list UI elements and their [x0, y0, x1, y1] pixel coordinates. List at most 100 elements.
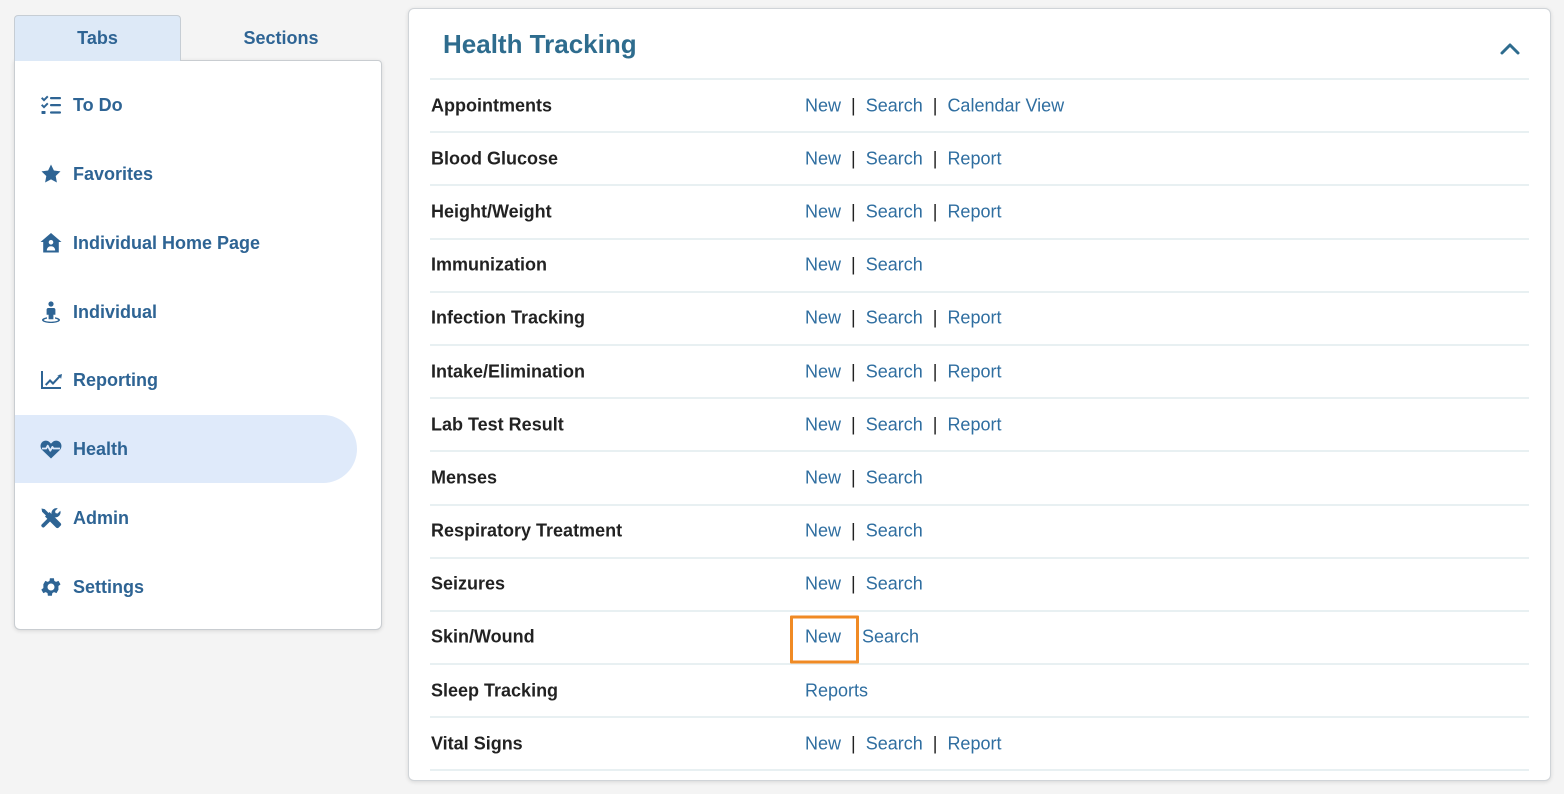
row-label: Height/Weight	[431, 201, 552, 222]
search-link[interactable]: Search	[866, 201, 923, 222]
new-link[interactable]: New	[805, 574, 841, 595]
chevron-up-icon	[1500, 43, 1520, 55]
table-row: Infection Tracking New | Search | Report	[430, 293, 1529, 346]
table-row: Lab Test Result New | Search | Report	[430, 399, 1529, 453]
new-link[interactable]: New	[805, 521, 841, 542]
search-link[interactable]: Search	[866, 467, 923, 488]
calendar-view-link[interactable]: Calendar View	[947, 95, 1064, 116]
row-label: Vital Signs	[431, 733, 523, 754]
table-row: Menses New | Search	[430, 452, 1529, 506]
row-label: Sleep Tracking	[431, 680, 559, 701]
link-separator: |	[932, 148, 938, 169]
new-link[interactable]: New	[805, 95, 841, 116]
health-tracking-list: Appointments New | Search | Calendar View Bloo…	[430, 78, 1529, 772]
row-links: New | Search | Calendar View	[805, 95, 1064, 116]
gear-icon	[39, 575, 63, 599]
table-row: Seizures New | Search	[430, 559, 1529, 612]
nav-item-individual[interactable]: Individual	[15, 278, 357, 346]
nav-item-favorites[interactable]: Favorites	[15, 140, 357, 208]
link-separator: |	[851, 95, 856, 116]
report-link[interactable]: Report	[947, 148, 1001, 169]
link-separator: |	[932, 733, 938, 754]
tab-tabs[interactable]: Tabs	[14, 15, 181, 61]
link-separator: |	[932, 414, 938, 435]
link-separator: |	[851, 361, 856, 382]
row-links: New | Search	[805, 467, 923, 488]
row-links: New | Search | Report	[805, 148, 1001, 169]
table-row: Height/Weight New | Search | Report	[430, 186, 1529, 240]
report-link[interactable]: Report	[947, 361, 1001, 382]
link-separator: |	[851, 201, 856, 222]
new-link[interactable]: New	[789, 615, 860, 664]
row-links: New | Search	[805, 521, 923, 542]
search-link[interactable]: Search	[866, 521, 923, 542]
search-link[interactable]: Search	[866, 148, 923, 169]
star-icon	[39, 162, 63, 186]
nav-item-label: Admin	[73, 507, 129, 528]
row-links: New | Search | Report	[805, 201, 1001, 222]
link-separator: |	[851, 148, 856, 169]
new-link[interactable]: New	[805, 361, 841, 382]
report-link[interactable]: Report	[947, 414, 1001, 435]
nav-item-individual-home-page[interactable]: Individual Home Page	[15, 209, 357, 277]
link-separator: |	[932, 95, 938, 116]
table-row: Vital Signs New | Search | Report	[430, 718, 1529, 772]
new-link[interactable]: New	[805, 148, 841, 169]
row-label: Intake/Elimination	[431, 361, 586, 382]
search-link[interactable]: Search	[866, 255, 923, 276]
row-label: Blood Glucose	[431, 148, 559, 169]
nav-item-label: Settings	[73, 576, 145, 597]
nav-item-label: Favorites	[73, 163, 154, 184]
nav-item-health[interactable]: Health	[15, 415, 357, 483]
nav-item-label: Individual	[73, 301, 158, 322]
home-person-icon	[39, 231, 63, 255]
todo-list-icon	[39, 93, 63, 117]
row-links: New | Search	[805, 574, 923, 595]
report-link[interactable]: Report	[947, 733, 1001, 754]
search-link[interactable]: Search	[866, 414, 923, 435]
row-label: Appointments	[431, 95, 552, 116]
new-link[interactable]: New	[805, 467, 841, 488]
new-link[interactable]: New	[805, 414, 841, 435]
nav-item-reporting[interactable]: Reporting	[15, 346, 357, 414]
nav-tabs: Tabs Sections	[14, 15, 382, 61]
new-link[interactable]: New	[805, 201, 841, 222]
nav-item-label: Individual Home Page	[73, 232, 261, 253]
report-link[interactable]: Report	[947, 308, 1001, 329]
row-links: New | Search | Report	[805, 308, 1001, 329]
row-label: Menses	[431, 467, 498, 488]
row-links: New | Search | Report	[805, 361, 1001, 382]
table-row: Blood Glucose New | Search | Report	[430, 133, 1529, 187]
search-link[interactable]: Search	[862, 627, 919, 648]
link-separator: |	[851, 573, 856, 594]
nav-item-to-do[interactable]: To Do	[15, 71, 357, 139]
nav-item-label: Reporting	[73, 369, 158, 390]
table-row: Appointments New | Search | Calendar View	[430, 80, 1529, 134]
nav-item-admin[interactable]: Admin	[15, 484, 357, 552]
collapse-button[interactable]	[1496, 35, 1524, 63]
search-link[interactable]: Search	[866, 95, 923, 116]
table-row: Immunization New | Search	[430, 240, 1529, 293]
health-tracking-card: Health Tracking Appointments New | Search | C…	[408, 8, 1551, 781]
new-link[interactable]: New	[805, 308, 841, 329]
nav-item-settings[interactable]: Settings	[15, 553, 357, 621]
new-link[interactable]: New	[805, 255, 841, 276]
search-link[interactable]: Search	[866, 733, 923, 754]
table-row: Intake/Elimination New | Search | Report	[430, 346, 1529, 400]
search-link[interactable]: Search	[866, 361, 923, 382]
row-label: Seizures	[431, 573, 506, 594]
row-links: Reports	[805, 680, 868, 701]
link-separator: |	[932, 201, 938, 222]
reports-link[interactable]: Reports	[805, 680, 868, 701]
link-separator: |	[851, 733, 856, 754]
heart-pulse-icon	[39, 437, 63, 461]
report-link[interactable]: Report	[947, 201, 1001, 222]
search-link[interactable]: Search	[866, 308, 923, 329]
table-row: Sleep Tracking Reports	[430, 665, 1529, 719]
new-link[interactable]: New	[805, 733, 841, 754]
tab-sections[interactable]: Sections	[206, 15, 356, 61]
link-separator: |	[851, 307, 856, 328]
link-separator: |	[851, 414, 856, 435]
table-row: Respiratory Treatment New | Search	[430, 506, 1529, 559]
search-link[interactable]: Search	[866, 574, 923, 595]
